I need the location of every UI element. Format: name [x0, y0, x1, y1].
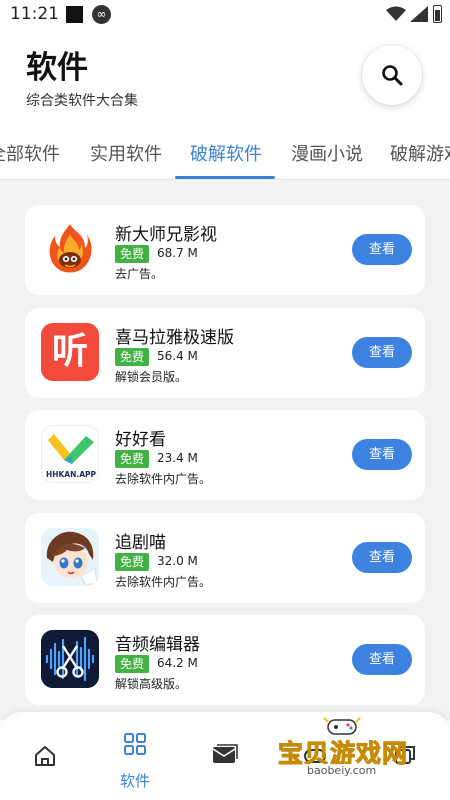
page-title: 软件: [26, 50, 88, 86]
list-item[interactable]: 音频编辑器 免费 64.2 M 解锁高级版。 查看: [25, 615, 425, 705]
list-item[interactable]: 听 喜马拉雅极速版 免费 56.4 M 解锁会员版。 查看: [25, 308, 425, 398]
search-button[interactable]: [362, 45, 422, 105]
nav-software-label: 软件: [119, 772, 150, 790]
app-list: 新大师兄影视 免费 68.7 M 去广告。 查看 听 喜马拉雅极速版 免费 56…: [0, 180, 450, 720]
home-icon: [35, 746, 55, 766]
view-button[interactable]: 查看: [352, 439, 412, 470]
wifi-icon: [386, 6, 406, 21]
app-size: 56.4 M: [157, 349, 198, 363]
tab-utility-software[interactable]: 实用软件: [90, 140, 162, 166]
app-description: 去广告。: [115, 267, 164, 281]
tab-comics-novels[interactable]: 漫画小说: [291, 140, 363, 166]
gamepad-icon: [304, 749, 326, 763]
notification-square-icon: [66, 6, 83, 23]
app-description: 解锁会员版。: [115, 370, 188, 384]
list-item[interactable]: 新大师兄影视 免费 68.7 M 去广告。 查看: [25, 205, 425, 295]
nav-games[interactable]: [270, 712, 360, 800]
app-size: 23.4 M: [157, 451, 198, 465]
list-item[interactable]: 追剧喵 免费 32.0 M 去除软件内广告。 查看: [25, 513, 425, 603]
nav-software[interactable]: 软件: [90, 712, 180, 800]
app-description: 解锁高级版。: [115, 677, 188, 691]
page-subtitle: 综合类软件大合集: [26, 93, 138, 109]
nav-profile[interactable]: [360, 712, 450, 800]
app-name: 追剧喵: [115, 533, 166, 553]
app-name: 音频编辑器: [115, 635, 200, 655]
search-icon: [382, 65, 403, 86]
free-badge: 免费: [115, 245, 150, 263]
view-button[interactable]: 查看: [352, 542, 412, 573]
tab-cracked-software[interactable]: 破解软件: [190, 140, 262, 166]
app-name: 新大师兄影视: [115, 225, 217, 245]
free-badge: 免费: [115, 655, 150, 673]
tab-all-software[interactable]: 全部软件: [0, 140, 60, 166]
nav-messages[interactable]: [180, 712, 270, 800]
app-size: 32.0 M: [157, 554, 198, 568]
listen-icon: 听: [41, 323, 99, 381]
free-badge: 免费: [115, 450, 150, 468]
nav-home[interactable]: [0, 712, 90, 800]
active-tab-indicator: [175, 176, 275, 179]
audio-scissors-icon: [41, 630, 99, 688]
status-bar: 11:21 ∞: [0, 0, 450, 32]
view-button[interactable]: 查看: [352, 234, 412, 265]
app-size: 64.2 M: [157, 656, 198, 670]
hhkan-icon-text: HHKAN.APP: [45, 470, 97, 479]
app-name: 好好看: [115, 430, 166, 450]
status-time: 11:21: [10, 4, 59, 24]
category-tabs: 全部软件 实用软件 破解软件 漫画小说 破解游戏: [0, 124, 450, 180]
free-badge: 免费: [115, 348, 150, 366]
view-button[interactable]: 查看: [352, 337, 412, 368]
app-name: 喜马拉雅极速版: [115, 328, 234, 348]
flame-monkey-icon: [41, 220, 99, 278]
free-badge: 免费: [115, 553, 150, 571]
bottom-navigation: 软件: [0, 712, 450, 800]
anime-character-icon: [41, 528, 99, 586]
message-icon: [212, 744, 238, 763]
tab-cracked-games[interactable]: 破解游戏: [390, 140, 450, 166]
app-description: 去除软件内广告。: [115, 472, 212, 486]
list-item[interactable]: HHKAN.APP 好好看 免费 23.4 M 去除软件内广告。 查看: [25, 410, 425, 500]
hhkan-icon: HHKAN.APP: [41, 425, 99, 483]
view-button[interactable]: 查看: [352, 644, 412, 675]
signal-icon: [410, 6, 428, 22]
app-size: 68.7 M: [157, 246, 198, 260]
infinity-icon: ∞: [92, 5, 111, 24]
listen-icon-glyph: 听: [51, 331, 88, 372]
battery-icon: [433, 5, 442, 23]
grid-icon: [124, 733, 146, 755]
copy-icon: [395, 746, 415, 764]
app-description: 去除软件内广告。: [115, 575, 212, 589]
